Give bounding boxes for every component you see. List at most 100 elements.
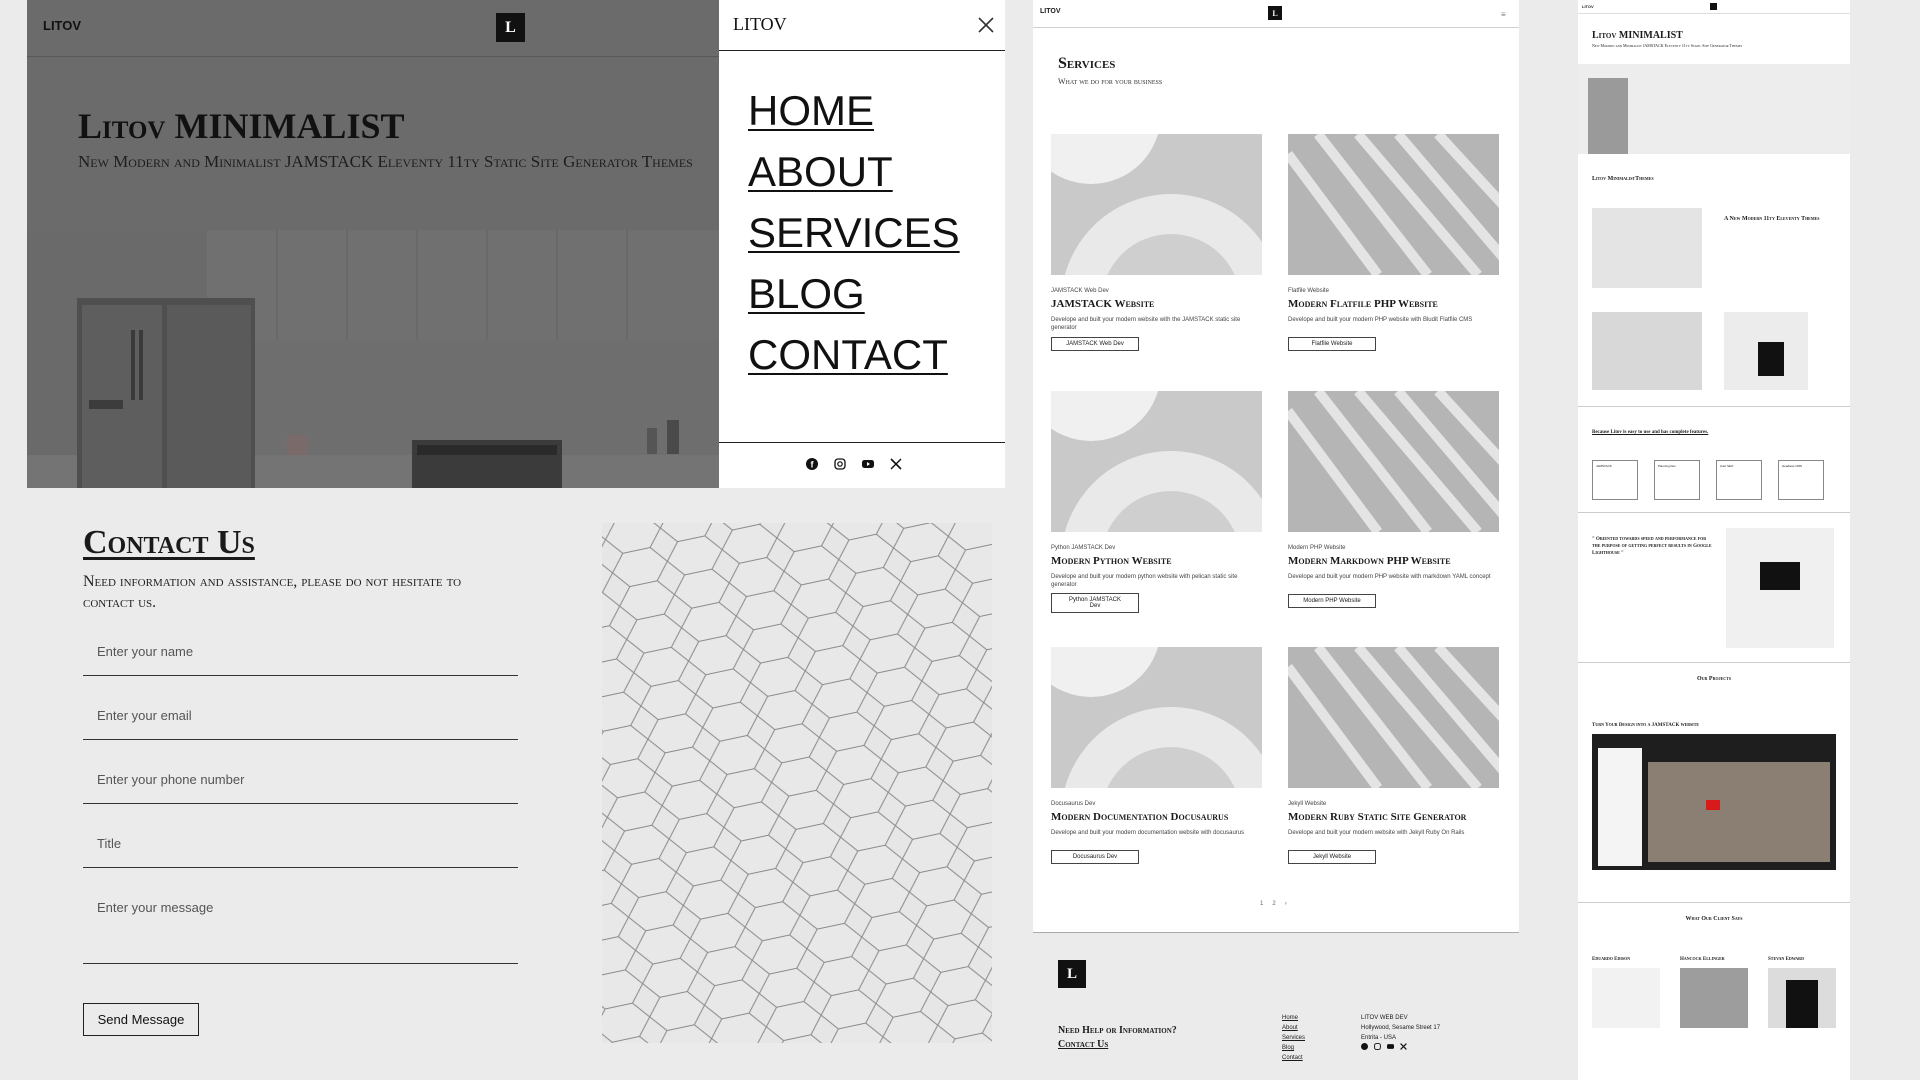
preview-video-sidebar	[1598, 748, 1642, 866]
footer-link-contact[interactable]: Contact	[1282, 1053, 1305, 1063]
services-panel: LITOV L ≡ Services What we do for your b…	[1021, 0, 1552, 932]
service-button[interactable]: Jekyll Website	[1288, 850, 1376, 864]
name-input[interactable]	[83, 628, 518, 676]
youtube-play-icon[interactable]	[1706, 800, 1720, 810]
phone-input[interactable]	[83, 756, 518, 804]
hero-title: Litov MINIMALIST	[78, 106, 405, 146]
menu-item-services[interactable]: SERVICES	[748, 202, 960, 263]
x-icon[interactable]	[1400, 1043, 1407, 1050]
service-image	[1283, 643, 1552, 792]
instagram-icon[interactable]	[834, 458, 846, 470]
preview-room-image	[1592, 208, 1702, 288]
message-textarea[interactable]	[83, 884, 518, 964]
preview-client-name: Eduardo Edison	[1592, 957, 1631, 962]
preview-tablet-device	[1758, 342, 1784, 376]
service-desc: Develope and built your modern website w…	[1051, 317, 1241, 331]
service-button[interactable]: Docusaurus Dev	[1051, 850, 1139, 864]
footer-link-blog[interactable]: Blog	[1282, 1043, 1305, 1053]
menu-brand[interactable]: LITOV	[733, 14, 787, 35]
service-image	[1021, 557, 1281, 927]
preview-project-title: Turn Your Design into a JAMSTACK website	[1592, 723, 1700, 728]
service-card: Python JAMSTACK Dev Modern Python Websit…	[1021, 301, 1281, 671]
footer-contact-link[interactable]: Contact Us	[1058, 1039, 1108, 1050]
service-card: Jekyll Website Modern Ruby Static Site G…	[1283, 643, 1552, 864]
service-image	[1021, 44, 1281, 414]
email-input[interactable]	[83, 692, 518, 740]
brand-logo-text[interactable]: LITOV	[43, 18, 81, 33]
send-message-button[interactable]: Send Message	[83, 1003, 199, 1036]
preview-title: Litov MINIMALIST	[1592, 30, 1683, 41]
service-button[interactable]: Python JAMSTACK Dev	[1051, 593, 1139, 613]
page-next[interactable]: ›	[1285, 901, 1287, 907]
instagram-icon[interactable]	[1374, 1043, 1381, 1050]
facebook-icon[interactable]: f	[806, 458, 818, 470]
footer-link-home[interactable]: Home	[1282, 1013, 1305, 1023]
preview-feature-card: Planning Dev	[1654, 460, 1700, 500]
page-2[interactable]: 2	[1272, 901, 1275, 907]
footer-company: LITOV WEB DEV	[1361, 1015, 1408, 1021]
services-subheading: What we do for your business	[1058, 77, 1163, 86]
footer-logo-mark[interactable]: L	[1058, 960, 1086, 988]
page-1[interactable]: 1	[1260, 901, 1263, 907]
preview-why-heading: Because Litov is easy to use and has com…	[1592, 430, 1709, 435]
preview-client-name: Hancock Ellinger	[1680, 957, 1725, 962]
preview-feature-card: Auto SEO	[1716, 460, 1762, 500]
service-tag: Python JAMSTACK Dev	[1051, 545, 1116, 551]
contact-section: Contact Us Need information and assistan…	[27, 488, 1005, 1080]
service-title[interactable]: Modern Ruby Static Site Generator	[1288, 811, 1499, 823]
service-desc: Develope and built your modern website w…	[1288, 830, 1465, 836]
service-title[interactable]: JAMSTACK Website	[1051, 298, 1262, 310]
menu-icon[interactable]: ≡	[1501, 10, 1506, 19]
preview-topbar: LITOV	[1578, 0, 1850, 14]
service-desc: Develope and built your modern documenta…	[1051, 830, 1245, 836]
service-button[interactable]: JAMSTACK Web Dev	[1051, 337, 1139, 351]
youtube-icon[interactable]	[862, 458, 874, 470]
service-button[interactable]: Flatfile Website	[1288, 337, 1376, 351]
service-card: Flatfile Website Modern Flatfile PHP Web…	[1283, 130, 1552, 351]
facebook-icon[interactable]	[1361, 1043, 1368, 1050]
preview-divider	[1578, 512, 1850, 513]
preview-brand[interactable]: LITOV	[1582, 4, 1594, 9]
service-title[interactable]: Modern Documentation Docusaurus	[1051, 811, 1262, 823]
menu-item-blog[interactable]: BLOG	[748, 263, 960, 324]
preview-gallery-image	[1592, 312, 1702, 390]
preview-logo-mark[interactable]	[1710, 3, 1717, 10]
site-footer: L Need Help or Information? Contact Us H…	[1033, 932, 1519, 1080]
x-icon[interactable]	[890, 458, 902, 470]
preview-client-silhouette	[1786, 980, 1818, 1028]
service-tag: JAMSTACK Web Dev	[1051, 288, 1109, 294]
service-image	[1021, 301, 1281, 671]
menu-divider-top	[719, 50, 1005, 51]
contact-lead: Need information and assistance, please …	[83, 573, 462, 611]
service-desc: Develope and built your modern python we…	[1051, 574, 1238, 588]
close-icon[interactable]	[977, 16, 995, 34]
service-title[interactable]: Modern Flatfile PHP Website	[1288, 298, 1499, 310]
service-desc: Develope and built your modern PHP websi…	[1288, 574, 1491, 580]
hexagon-tiles-photo	[602, 523, 992, 1043]
menu-item-home[interactable]: HOME	[748, 80, 960, 141]
menu-item-about[interactable]: ABOUT	[748, 141, 960, 202]
service-title[interactable]: Modern Markdown PHP Website	[1288, 555, 1499, 567]
preview-client-photo	[1592, 968, 1660, 1028]
preview-projects-heading: Our Projects	[1696, 676, 1732, 682]
title-input[interactable]	[83, 820, 518, 868]
footer-socials	[1361, 1043, 1407, 1050]
preview-section-tag: Litov MinimalistThemes	[1592, 176, 1654, 182]
service-tag: Docusaurus Dev	[1051, 801, 1096, 807]
youtube-icon[interactable]	[1387, 1043, 1394, 1050]
menu-divider-bottom	[719, 442, 1005, 443]
menu-item-contact[interactable]: CONTACT	[748, 324, 960, 385]
kitchen-photo	[27, 230, 719, 488]
services-logo-mark[interactable]: L	[1268, 6, 1282, 20]
service-title[interactable]: Modern Python Website	[1051, 555, 1262, 567]
footer-link-services[interactable]: Services	[1282, 1033, 1305, 1043]
logo-mark[interactable]: L	[496, 13, 525, 42]
service-card: Docusaurus Dev Modern Documentation Docu…	[1021, 557, 1281, 927]
service-button[interactable]: Modern PHP Website	[1288, 594, 1376, 608]
menu-socials: f	[806, 458, 902, 470]
hero-subtitle: New Modern and Minimalist JAMSTACK Eleve…	[78, 152, 693, 171]
homepage-preview-panel: LITOV Litov MINIMALIST New Modern and Mi…	[1578, 0, 1850, 1080]
footer-link-about[interactable]: About	[1282, 1023, 1305, 1033]
footer-address: LITOV WEB DEV Hollywood, Sesame Street 1…	[1361, 1013, 1440, 1043]
services-brand[interactable]: LITOV	[1040, 8, 1060, 15]
